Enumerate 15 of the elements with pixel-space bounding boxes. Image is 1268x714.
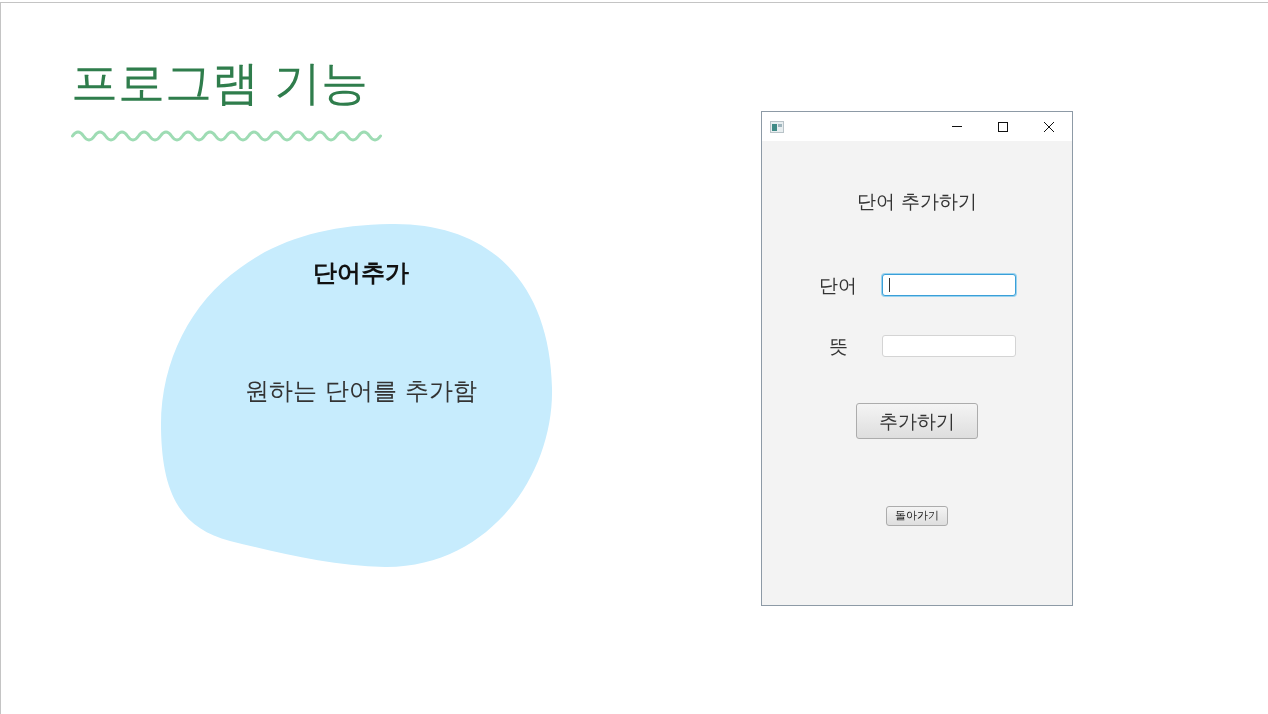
minimize-icon [952,126,962,127]
card-description: 원하는 단어를 추가함 [245,377,477,405]
field-label: 뜻 [827,335,849,357]
add-button[interactable]: 추가하기 [856,403,978,439]
maximize-icon [998,121,1008,132]
close-icon [1044,121,1054,132]
app-icon [770,120,784,133]
text-input-field[interactable] [882,335,1016,357]
text-cursor-icon [889,278,890,292]
text-input-field[interactable] [882,274,1016,296]
field-label: 단어 [818,274,858,296]
slide-title: 프로그램 기능 [71,54,368,112]
back-button[interactable]: 돌아가기 [886,506,948,526]
card-heading: 단어추가 [313,259,409,287]
form-heading: 단어 추가하기 [856,191,977,211]
